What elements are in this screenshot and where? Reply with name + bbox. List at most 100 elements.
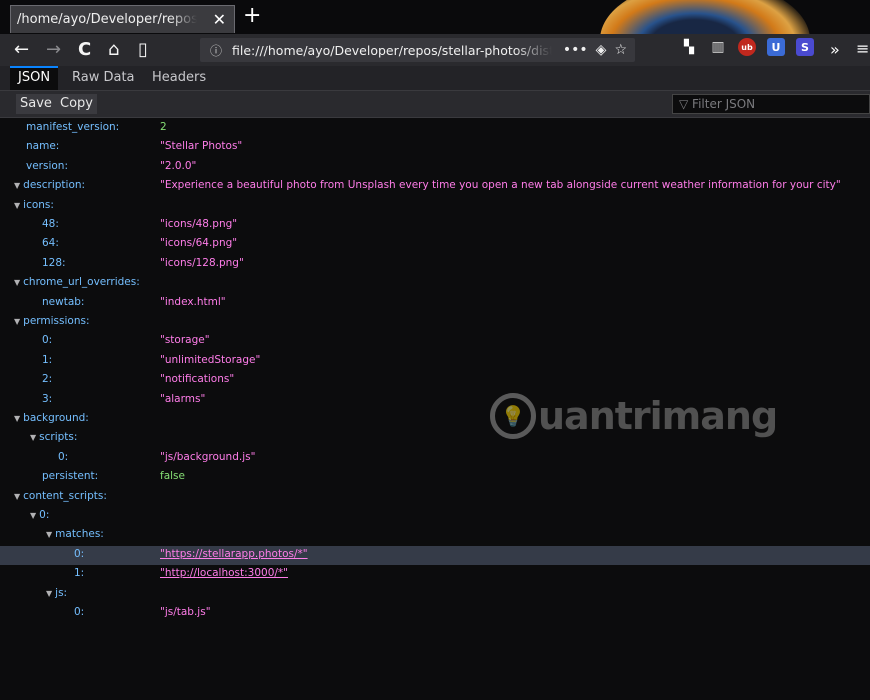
ublock-icon[interactable]: ub <box>738 38 756 56</box>
json-key: ▼ 0: <box>30 509 49 521</box>
json-key: version: <box>26 160 68 172</box>
bookmark-star-icon[interactable]: ☆ <box>614 42 627 58</box>
save-button[interactable]: Save <box>16 94 56 114</box>
library-icon[interactable]: ▥ <box>709 38 727 56</box>
json-link-value[interactable]: "http://localhost:3000/*" <box>160 567 288 579</box>
tab-raw-data[interactable]: Raw Data <box>64 66 143 90</box>
json-row[interactable]: ▼ js: <box>0 585 870 604</box>
json-key: ▼ permissions: <box>14 315 90 327</box>
expand-triangle-icon[interactable]: ▼ <box>14 492 20 501</box>
json-row[interactable]: ▼ content_scripts: <box>0 488 870 507</box>
expand-triangle-icon[interactable]: ▼ <box>14 317 20 326</box>
json-row[interactable]: 0: "js/tab.js" <box>0 604 870 623</box>
json-key-label: content_scripts: <box>23 489 107 502</box>
expand-triangle-icon[interactable]: ▼ <box>14 201 20 210</box>
json-row[interactable]: ▼ description: "Experience a beautiful pho… <box>0 177 870 196</box>
json-row[interactable]: 1: "http://localhost:3000/*" <box>0 565 870 584</box>
json-key: 0: <box>58 451 68 463</box>
sidebar-icon[interactable]: ▯ <box>138 38 148 62</box>
json-value: "storage" <box>160 334 210 347</box>
close-tab-icon[interactable]: ✕ <box>213 10 226 29</box>
json-key-label: 0: <box>74 606 85 618</box>
json-row[interactable]: 0: "storage" <box>0 332 870 351</box>
page-actions-icon[interactable]: ••• <box>563 42 588 58</box>
json-key-label: 0: <box>74 547 85 560</box>
expand-triangle-icon[interactable]: ▼ <box>14 278 20 287</box>
menu-icon[interactable]: ≡ <box>856 39 869 58</box>
json-value: "js/tab.js" <box>160 606 211 618</box>
new-tab-icon[interactable]: + <box>243 3 261 28</box>
json-row[interactable]: ▼ chrome_url_overrides: <box>0 274 870 293</box>
pocket-icon[interactable]: ◈ <box>596 42 607 58</box>
json-row[interactable]: newtab: "index.html" <box>0 294 870 313</box>
forward-arrow-icon[interactable]: → <box>46 38 61 62</box>
shield-icon[interactable]: U <box>767 38 785 56</box>
tab-headers[interactable]: Headers <box>144 66 214 90</box>
url-bar[interactable]: ⓘ file:///home/ayo/Developer/repos/stell… <box>200 38 635 62</box>
info-icon[interactable]: ⓘ <box>210 42 226 59</box>
json-key: name: <box>26 140 59 152</box>
expand-triangle-icon[interactable]: ▼ <box>14 414 20 423</box>
json-toolbar: Save Copy ▽ Filter JSON <box>0 91 870 118</box>
tab-json[interactable]: JSON <box>10 66 59 90</box>
json-viewer-tabs: JSON Raw Data Headers <box>0 66 870 91</box>
json-row[interactable]: ▼ permissions: <box>0 313 870 332</box>
url-text[interactable]: file:///home/ayo/Developer/repos/stellar… <box>232 43 552 58</box>
json-row[interactable]: 48: "icons/48.png" <box>0 216 870 235</box>
json-key: persistent: <box>42 470 98 482</box>
s-extension-icon[interactable]: S <box>796 38 814 56</box>
json-row[interactable]: name: "Stellar Photos" <box>0 138 870 157</box>
json-row[interactable]: ▼ 0: <box>0 507 870 526</box>
json-value: "icons/128.png" <box>160 256 244 269</box>
json-key-label: permissions: <box>23 315 90 327</box>
firefox-theme-art <box>600 0 810 34</box>
json-key-label: icons: <box>23 198 54 211</box>
json-key: 1: <box>74 567 84 579</box>
grid-icon[interactable]: ▚ <box>680 38 698 56</box>
copy-button[interactable]: Copy <box>56 94 97 114</box>
back-arrow-icon[interactable]: ← <box>14 38 29 62</box>
json-key-label: 3: <box>42 392 53 405</box>
reload-icon[interactable]: C <box>78 38 91 62</box>
json-key-label: chrome_url_overrides: <box>23 276 140 289</box>
json-key-label: 64: <box>42 237 59 250</box>
json-key-label: 48: <box>42 218 59 230</box>
json-key-label: persistent: <box>42 470 99 483</box>
home-icon[interactable]: ⌂ <box>108 38 119 62</box>
overflow-chevron-icon[interactable]: » <box>830 40 840 59</box>
json-row[interactable]: ▼ matches: <box>0 526 870 545</box>
filter-json-input[interactable]: ▽ Filter JSON <box>672 94 870 114</box>
json-key-label: version: <box>26 159 68 172</box>
json-link-value[interactable]: "https://stellarapp.photos/*" <box>160 548 308 560</box>
json-key: ▼ js: <box>46 587 67 599</box>
tab-title: /home/ayo/Developer/repos/stellar-photos… <box>17 12 197 27</box>
json-row[interactable]: 1: "unlimitedStorage" <box>0 352 870 371</box>
json-value: "Stellar Photos" <box>160 140 243 153</box>
json-key: ▼ content_scripts: <box>14 490 107 502</box>
expand-triangle-icon[interactable]: ▼ <box>46 530 52 539</box>
expand-triangle-icon[interactable]: ▼ <box>30 433 36 442</box>
json-row[interactable]: 0: "https://stellarapp.photos/*" <box>0 545 870 565</box>
json-key: newtab: <box>42 296 84 308</box>
expand-triangle-icon[interactable]: ▼ <box>30 511 36 520</box>
json-key: 3: <box>42 393 52 405</box>
json-key-label: 128: <box>42 256 66 269</box>
browser-tab[interactable]: /home/ayo/Developer/repos/stellar-photos… <box>10 5 235 33</box>
json-row[interactable]: 64: "icons/64.png" <box>0 235 870 254</box>
json-row[interactable]: 128: "icons/128.png" <box>0 255 870 274</box>
json-row[interactable]: manifest_version: 2 <box>0 119 870 138</box>
json-key: ▼ icons: <box>14 199 54 211</box>
watermark-text: uantrimang <box>538 394 778 438</box>
json-row[interactable]: ▼ icons: <box>0 197 870 216</box>
expand-triangle-icon[interactable]: ▼ <box>14 181 20 190</box>
json-value: "icons/48.png" <box>160 218 238 230</box>
json-row[interactable]: version: "2.0.0" <box>0 158 870 177</box>
json-key: 1: <box>42 354 52 366</box>
json-key-label: 1: <box>74 567 85 580</box>
json-row[interactable]: 2: "notifications" <box>0 371 870 390</box>
expand-triangle-icon[interactable]: ▼ <box>46 589 52 598</box>
json-row[interactable]: persistent: false <box>0 468 870 487</box>
json-row[interactable]: 0: "js/background.js" <box>0 449 870 468</box>
json-value: "js/background.js" <box>160 450 256 463</box>
json-value: "icons/64.png" <box>160 237 238 250</box>
